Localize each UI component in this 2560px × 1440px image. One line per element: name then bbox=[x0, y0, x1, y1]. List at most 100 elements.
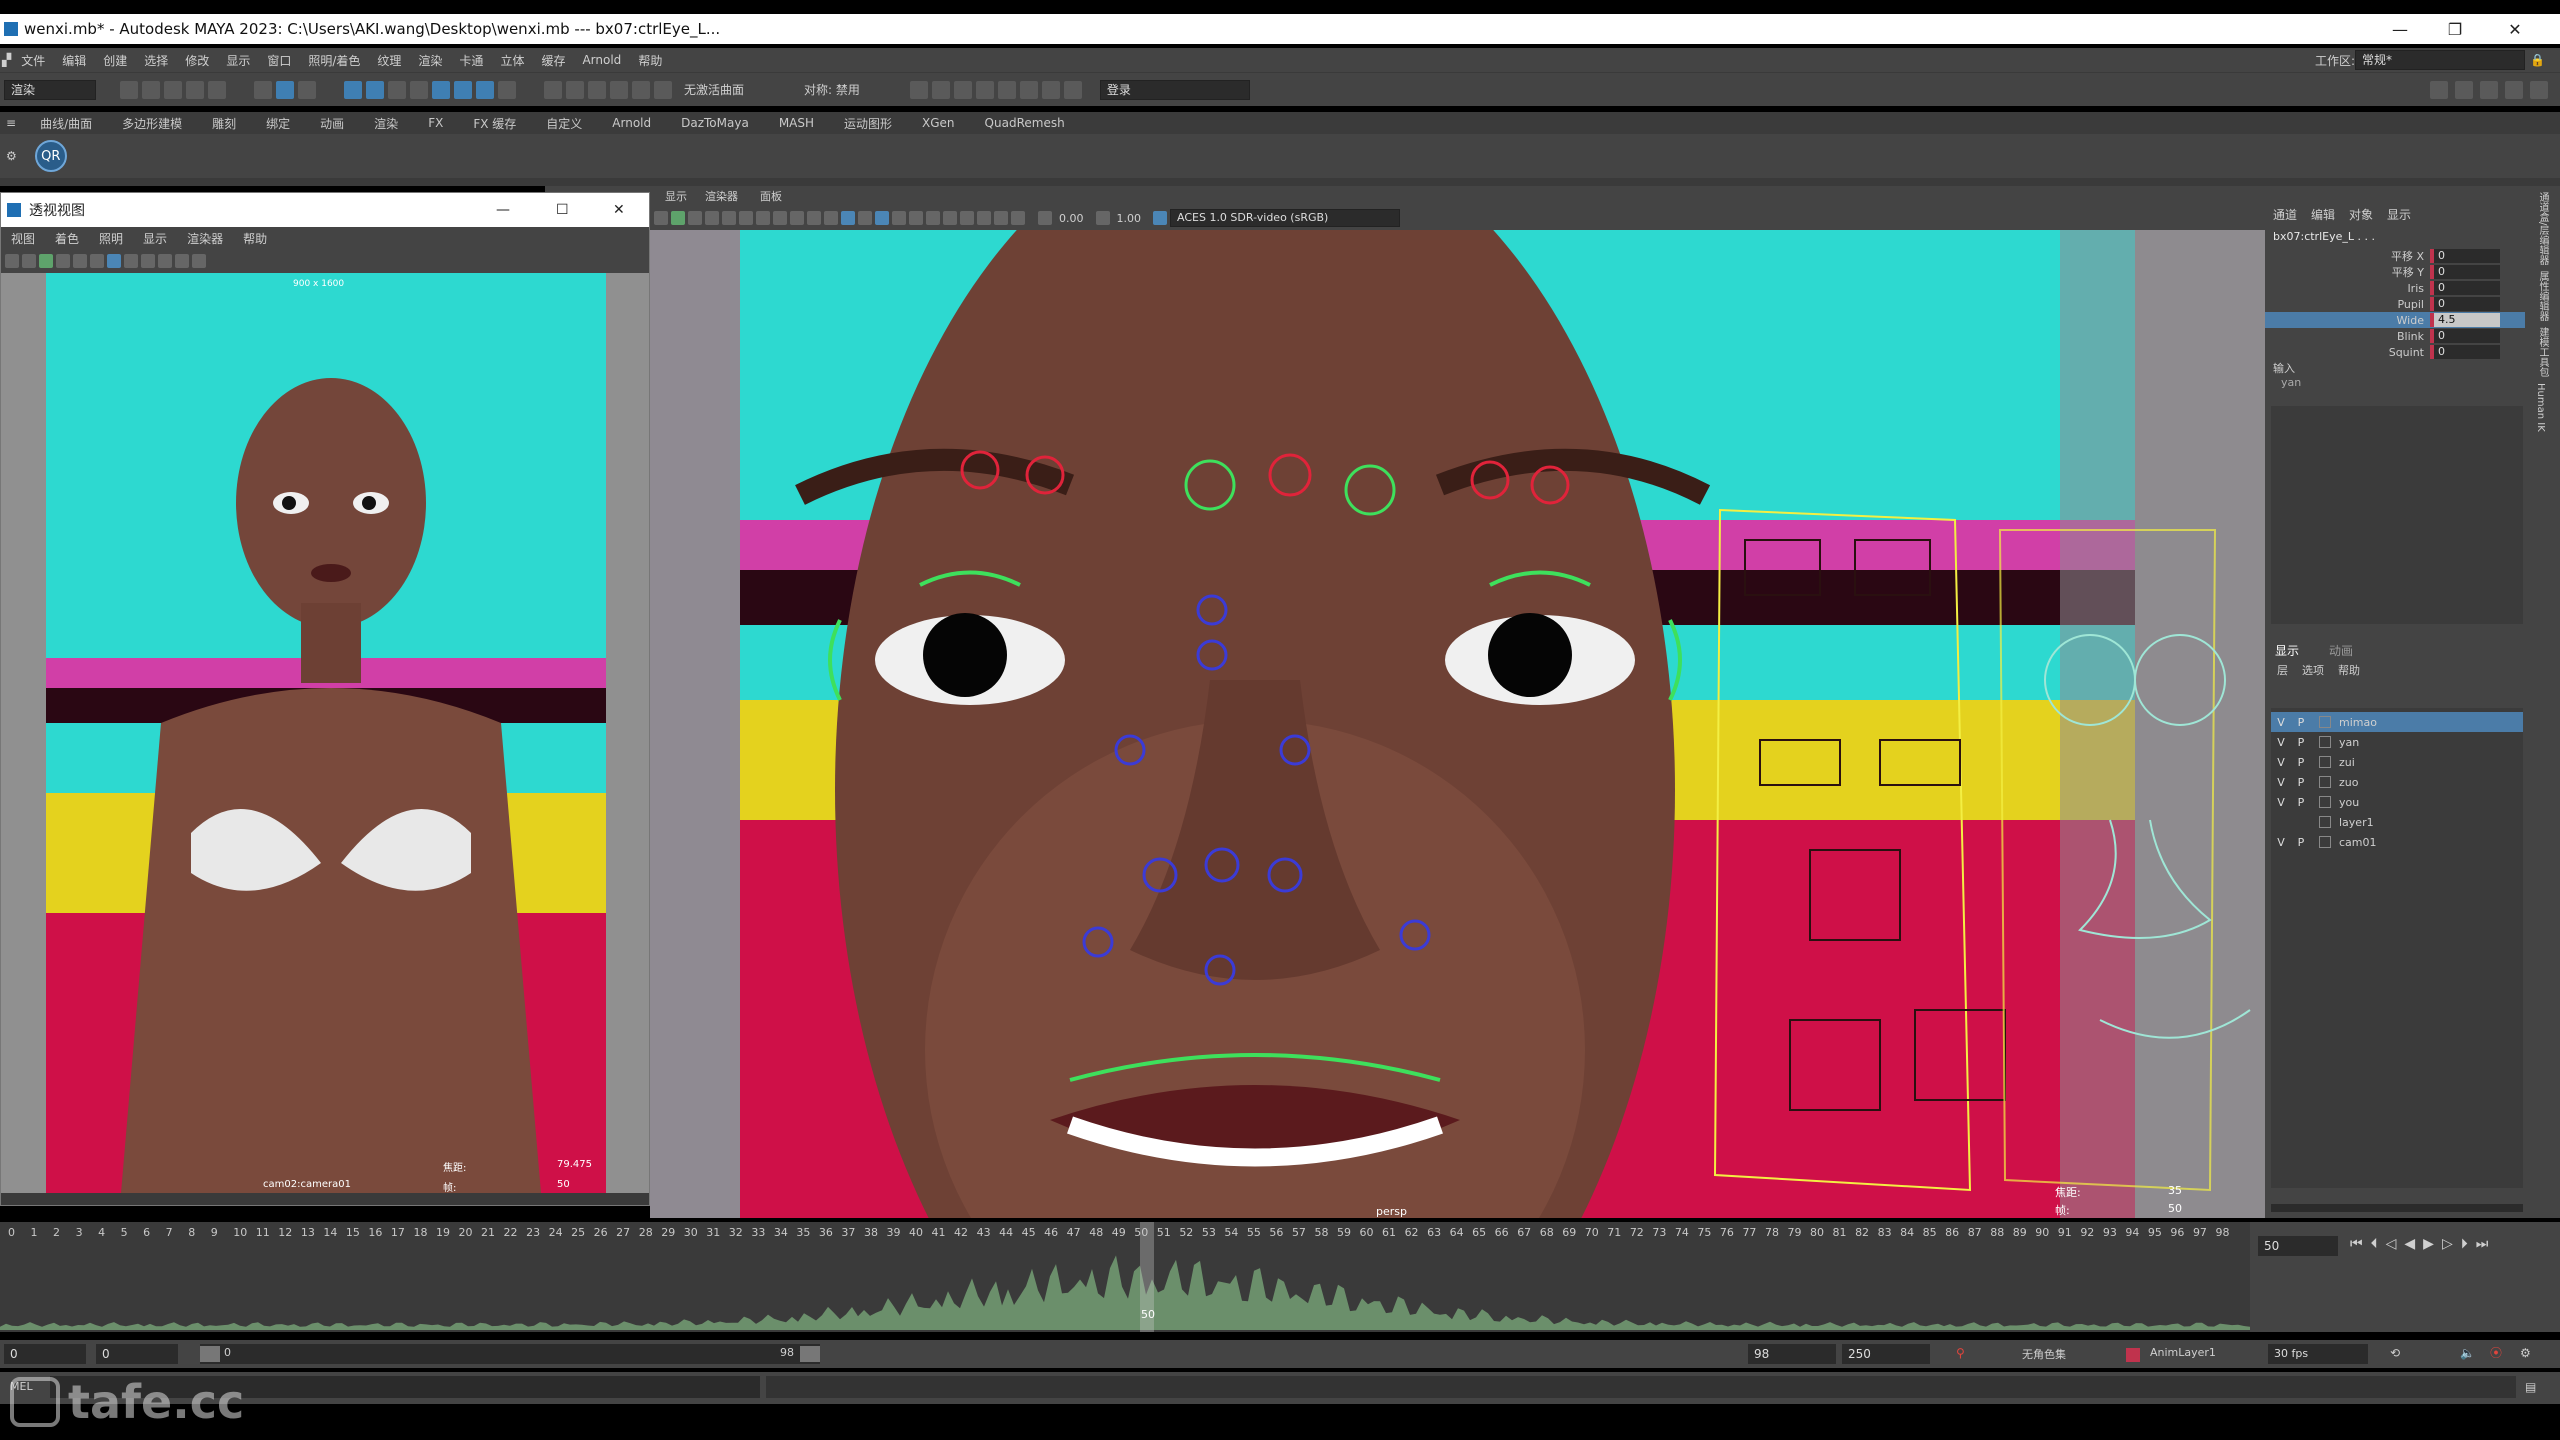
menu-create[interactable]: 创建 bbox=[103, 52, 127, 69]
sound-icon[interactable]: 🔈 bbox=[2460, 1346, 2475, 1360]
ambient-occlusion-icon[interactable] bbox=[926, 211, 940, 225]
cb-attr-row[interactable]: Squint 0 bbox=[2265, 344, 2525, 360]
layer-color-swatch[interactable] bbox=[2319, 736, 2331, 748]
camera-attributes-icon[interactable] bbox=[671, 211, 685, 225]
ipr-render-icon[interactable] bbox=[953, 80, 972, 99]
select-component-icon[interactable] bbox=[298, 80, 316, 99]
layer-menu-help[interactable]: 帮助 bbox=[2338, 662, 2360, 678]
menu-lighting[interactable]: 照明/着色 bbox=[308, 52, 360, 69]
layer-playback-toggle[interactable]: P bbox=[2291, 776, 2311, 789]
cb-menu-object[interactable]: 对象 bbox=[2349, 206, 2373, 223]
minimize-button[interactable]: — bbox=[2370, 14, 2430, 44]
pw-xray-icon[interactable] bbox=[192, 254, 206, 268]
smooth-shade-icon[interactable] bbox=[841, 211, 855, 225]
resolution-gate-icon[interactable] bbox=[756, 211, 770, 225]
select-surface-icon[interactable] bbox=[410, 80, 428, 99]
menu-dock-icon[interactable]: ▞ bbox=[2, 53, 11, 67]
exposure-value[interactable]: 0.00 bbox=[1059, 212, 1084, 225]
default-material-icon[interactable] bbox=[858, 211, 872, 225]
step-forward-frame-icon[interactable]: ▷ bbox=[2442, 1236, 2453, 1252]
menu-arnold[interactable]: Arnold bbox=[582, 53, 621, 67]
panel-menu-display[interactable]: 显示 bbox=[665, 188, 687, 204]
layer-playback-toggle[interactable]: P bbox=[2291, 796, 2311, 809]
tool-settings-icon[interactable] bbox=[2505, 80, 2523, 99]
cb-menu-edit[interactable]: 编辑 bbox=[2311, 206, 2335, 223]
layer-color-swatch[interactable] bbox=[2319, 836, 2331, 848]
arnold-ipr-icon[interactable] bbox=[1041, 80, 1060, 99]
xray-icon[interactable] bbox=[994, 211, 1008, 225]
snap-surface-icon[interactable] bbox=[632, 80, 650, 99]
cb-attr-row[interactable]: Iris 0 bbox=[2265, 280, 2525, 296]
shelf-tab-poly[interactable]: 多边形建模 bbox=[122, 115, 182, 132]
pw-gate-icon[interactable] bbox=[73, 254, 87, 268]
cb-attr-value[interactable]: 0 bbox=[2430, 345, 2500, 359]
range-end-handle[interactable] bbox=[800, 1346, 820, 1362]
lock-icon[interactable]: 🔒 bbox=[2530, 53, 2545, 67]
pw-lights-icon[interactable] bbox=[141, 254, 155, 268]
playback-start-field[interactable]: 0 bbox=[96, 1344, 178, 1364]
safe-action-icon[interactable] bbox=[807, 211, 821, 225]
layer-playback-toggle[interactable]: P bbox=[2291, 736, 2311, 749]
main-viewport[interactable]: persp 焦距: 35 帧: 50 bbox=[650, 230, 2265, 1218]
snap-point-icon[interactable] bbox=[588, 80, 606, 99]
select-misc-icon[interactable] bbox=[498, 80, 516, 99]
pw-isolate-icon[interactable] bbox=[175, 254, 189, 268]
cb-menu-show[interactable]: 显示 bbox=[2387, 206, 2411, 223]
cb-attr-value[interactable]: 0 bbox=[2430, 297, 2500, 311]
workspace-dropdown[interactable]: 常规* bbox=[2355, 50, 2525, 70]
render-frame-icon[interactable] bbox=[931, 80, 950, 99]
menu-render[interactable]: 渲染 bbox=[418, 52, 442, 69]
motion-blur-icon[interactable] bbox=[943, 211, 957, 225]
select-render-icon[interactable] bbox=[476, 80, 494, 99]
pw-shadows-icon[interactable] bbox=[158, 254, 172, 268]
layer-scrollbar[interactable] bbox=[2271, 1204, 2523, 1212]
cb-attr-row[interactable]: Pupil 0 bbox=[2265, 296, 2525, 312]
step-back-frame-icon[interactable]: ◁ bbox=[2386, 1236, 2397, 1252]
pw-horizontal-scrollbar[interactable] bbox=[1, 1193, 649, 1205]
select-object-icon[interactable] bbox=[276, 80, 294, 99]
layer-playback-toggle[interactable]: P bbox=[2291, 756, 2311, 769]
script-editor-icon[interactable]: ▤ bbox=[2525, 1380, 2536, 1394]
layer-row[interactable]: V Pzuo bbox=[2271, 772, 2523, 792]
menu-display[interactable]: 显示 bbox=[226, 52, 250, 69]
shelf-tab-fx[interactable]: FX bbox=[428, 116, 443, 130]
layer-row[interactable]: V Pmimao bbox=[2271, 712, 2523, 732]
menu-windows[interactable]: 窗口 bbox=[267, 52, 291, 69]
use-lights-icon[interactable] bbox=[892, 211, 906, 225]
current-frame-field[interactable]: 50 bbox=[2258, 1236, 2338, 1256]
time-slider[interactable]: 0 1 2 3 4 5 6 7 8 9 10 11 12 13 14 15 16 17 18 19 20 21 22 23 24… bbox=[0, 1222, 2250, 1332]
arnold-render-icon[interactable] bbox=[1019, 80, 1038, 99]
pw-grid-icon[interactable] bbox=[56, 254, 70, 268]
cb-attr-row[interactable]: 平移 X 0 bbox=[2265, 248, 2525, 264]
step-forward-key-icon[interactable]: ⏵ bbox=[2461, 1236, 2468, 1252]
menu-edit[interactable]: 编辑 bbox=[62, 52, 86, 69]
shelf-tab-motion-graphics[interactable]: 运动图形 bbox=[844, 115, 892, 132]
film-gate-icon[interactable] bbox=[739, 211, 753, 225]
go-to-end-icon[interactable]: ⏭ bbox=[2476, 1236, 2489, 1252]
menu-modify[interactable]: 修改 bbox=[185, 52, 209, 69]
attribute-editor-icon[interactable] bbox=[2480, 80, 2498, 99]
select-hierarchy-icon[interactable] bbox=[254, 80, 272, 99]
pw-menu-help[interactable]: 帮助 bbox=[243, 230, 267, 247]
shelf-tab-custom[interactable]: 自定义 bbox=[546, 115, 582, 132]
shelf-tab-rendering[interactable]: 渲染 bbox=[374, 115, 398, 132]
layer-color-swatch[interactable] bbox=[2319, 716, 2331, 728]
shelf-tab-xgen[interactable]: XGen bbox=[922, 116, 955, 130]
layer-menu-layers[interactable]: 层 bbox=[2277, 662, 2288, 678]
panel-menu-renderer[interactable]: 渲染器 bbox=[705, 188, 738, 204]
character-controls-icon[interactable] bbox=[2455, 80, 2473, 99]
select-joint-icon[interactable] bbox=[366, 80, 384, 99]
go-to-start-icon[interactable]: ⏮ bbox=[2350, 1236, 2363, 1252]
save-scene-icon[interactable] bbox=[164, 80, 182, 99]
snap-grid-icon[interactable] bbox=[544, 80, 562, 99]
shelf-tab-fx-cache[interactable]: FX 缓存 bbox=[473, 115, 516, 132]
perspective-minimize-button[interactable]: — bbox=[496, 202, 510, 218]
close-button[interactable]: ✕ bbox=[2485, 14, 2545, 44]
grid-icon[interactable] bbox=[722, 211, 736, 225]
live-surface-label[interactable]: 无激活曲面 bbox=[684, 81, 744, 98]
pw-menu-show[interactable]: 显示 bbox=[143, 230, 167, 247]
snap-view-icon[interactable] bbox=[610, 80, 628, 99]
pause-icon[interactable] bbox=[1063, 80, 1082, 99]
cb-attr-value[interactable]: 0 bbox=[2430, 281, 2500, 295]
cb-menu-channels[interactable]: 通道 bbox=[2273, 206, 2297, 223]
